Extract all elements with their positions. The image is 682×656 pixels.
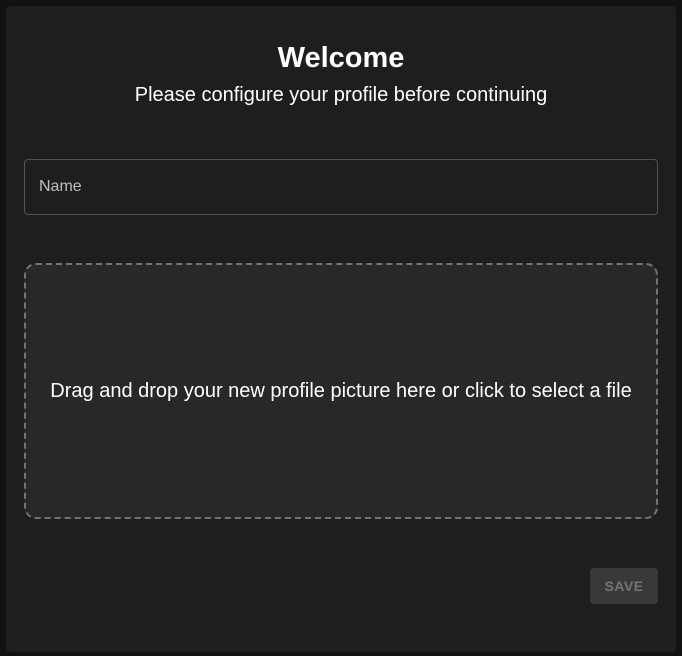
save-button[interactable]: SAVE xyxy=(590,568,658,604)
dialog-subtitle: Please configure your profile before con… xyxy=(134,84,548,106)
dialog-title: Welcome xyxy=(277,42,405,74)
dropzone-text: Drag and drop your new profile picture h… xyxy=(50,379,632,402)
name-field[interactable] xyxy=(24,159,658,215)
profile-setup-dialog: Welcome Please configure your profile be… xyxy=(6,6,676,652)
name-input[interactable] xyxy=(25,160,657,214)
profile-picture-dropzone[interactable]: Drag and drop your new profile picture h… xyxy=(24,263,658,519)
